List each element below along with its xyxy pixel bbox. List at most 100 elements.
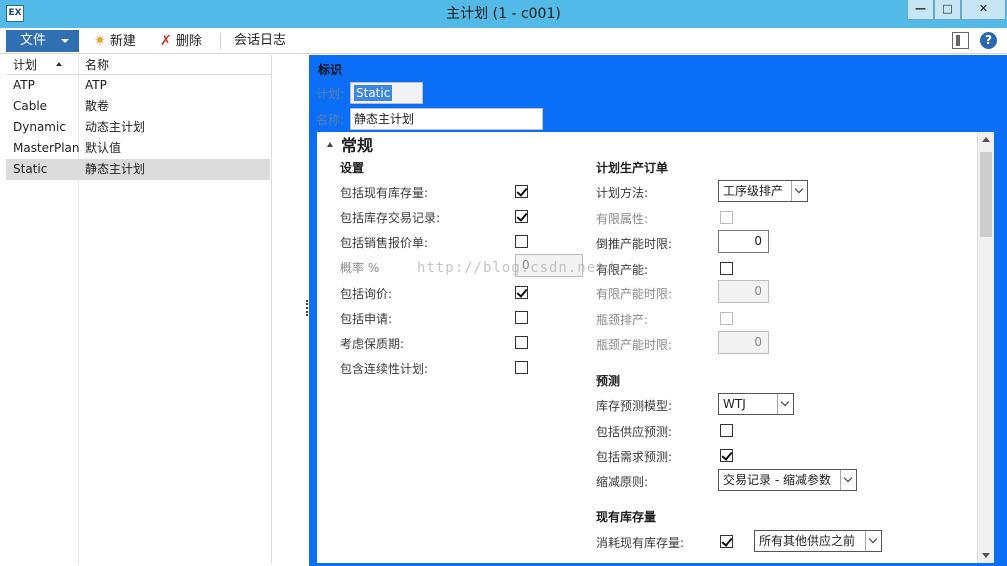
chevron-down-icon (865, 531, 881, 551)
row-name: 动态主计划 (85, 120, 146, 134)
details-pane: 标识 计划: Static 名称: 静态主计划 常规 设置 包括现有库存量: 包… (309, 55, 1007, 566)
row-plan: ATP (13, 78, 35, 92)
forecast-title: 预测 (596, 374, 621, 388)
vertical-scrollbar[interactable] (977, 132, 994, 563)
name-label: 名称: (316, 113, 345, 127)
backward-capacity-field[interactable]: 0 (718, 230, 769, 253)
bottleneck-time-label: 瓶颈产能时限: (596, 338, 673, 352)
forecast-model-select[interactable]: WTJ (718, 393, 794, 415)
list-row[interactable]: ATP ATP (6, 75, 270, 96)
general-fasttab: 常规 设置 包括现有库存量: 包括库存交易记录: 包括销售报价单: 概率 % 0… (317, 132, 994, 563)
new-button-label: 新建 (109, 34, 136, 49)
chevron-down-icon (840, 470, 856, 490)
consume-onhand-value: 所有其他供应之前 (759, 534, 856, 548)
plan-list: 计划 名称 ATP ATP Cable 散卷 Dynamic 动态主计划 Mas… (6, 55, 272, 564)
bottleneck-time-field[interactable]: 0 (718, 331, 769, 354)
plan-label: 计划: (316, 87, 345, 101)
reduction-principle-value: 交易记录 - 缩减参数 (723, 473, 831, 487)
include-rfq-checkbox[interactable] (515, 286, 528, 299)
scheduling-method-label: 计划方法: (596, 186, 649, 200)
row-plan: Cable (13, 99, 48, 113)
include-onhand-checkbox[interactable] (515, 185, 528, 198)
title-bar: EX 主计划 (1 - c001) — □ ✕ (0, 0, 1007, 28)
collapse-arrow-icon[interactable] (327, 142, 333, 147)
include-requisition-checkbox[interactable] (515, 311, 528, 324)
watermark-text: http://blog.csdn.net/ (417, 260, 616, 276)
delete-button[interactable]: ✗ 删除 (160, 30, 202, 52)
list-row[interactable]: Cable 散卷 (6, 96, 270, 117)
include-onhand-label: 包括现有库存量: (340, 186, 429, 200)
scroll-up-icon[interactable] (982, 137, 990, 142)
file-menu-label: 文件 (20, 33, 47, 48)
sort-ascending-icon (56, 62, 62, 66)
consume-onhand-select[interactable]: 所有其他供应之前 (754, 530, 882, 552)
include-rfq-label: 包括询价: (340, 287, 393, 301)
include-inv-trans-checkbox[interactable] (515, 210, 528, 223)
file-menu-button[interactable]: 文件 (6, 30, 79, 52)
chevron-down-icon (61, 39, 69, 43)
finite-capacity-time-label: 有限产能时限: (596, 287, 673, 301)
include-requisition-label: 包括申请: (340, 312, 393, 326)
bottleneck-label: 瓶颈排产: (596, 313, 649, 327)
continuity-label: 包含连续性计划: (340, 362, 429, 376)
scrollbar-thumb[interactable] (980, 152, 992, 237)
session-log-button[interactable]: 会话日志 (234, 30, 286, 52)
consume-onhand-label: 消耗现有库存量: (596, 536, 685, 550)
column-header-name[interactable]: 名称 (85, 55, 109, 75)
plan-field[interactable]: Static (350, 82, 423, 104)
toolbar-divider (220, 33, 221, 49)
row-name: ATP (85, 78, 107, 92)
onhand-title: 现有库存量 (596, 510, 657, 524)
scroll-down-icon[interactable] (982, 553, 990, 558)
list-header: 计划 名称 (6, 55, 272, 75)
layout-toggle-icon[interactable] (952, 32, 969, 49)
row-name: 默认值 (85, 141, 122, 155)
row-plan: MasterPlan (13, 141, 80, 155)
row-name: 静态主计划 (85, 162, 146, 176)
finite-property-checkbox[interactable] (720, 211, 733, 224)
column-header-plan[interactable]: 计划 (13, 55, 37, 75)
shelf-life-checkbox[interactable] (515, 336, 528, 349)
scheduling-method-select[interactable]: 工序级排产 (718, 180, 808, 202)
new-button[interactable]: ✷ 新建 (94, 30, 136, 52)
row-name: 散卷 (85, 99, 110, 113)
backward-capacity-label: 倒推产能时限: (596, 237, 673, 251)
settings-title: 设置 (340, 161, 365, 175)
list-row[interactable]: Dynamic 动态主计划 (6, 117, 270, 138)
help-icon[interactable]: ? (980, 32, 997, 49)
include-demand-forecast-checkbox[interactable] (720, 449, 733, 462)
forecast-model-label: 库存预测模型: (596, 399, 673, 413)
bottleneck-checkbox[interactable] (720, 312, 733, 325)
row-plan: Dynamic (13, 120, 66, 134)
chevron-down-icon (791, 181, 807, 201)
general-title[interactable]: 常规 (341, 132, 373, 156)
name-field[interactable]: 静态主计划 (350, 108, 543, 130)
action-pane: 文件 ✷ 新建 ✗ 删除 会话日志 ? (0, 28, 1007, 54)
list-row-selected[interactable]: Static 静态主计划 (6, 159, 270, 180)
include-supply-forecast-checkbox[interactable] (720, 424, 733, 437)
finite-capacity-checkbox[interactable] (720, 262, 733, 275)
delete-button-label: 删除 (175, 34, 202, 49)
list-row[interactable]: MasterPlan 默认值 (6, 138, 270, 159)
minimize-button[interactable]: — (907, 0, 934, 20)
scheduling-method-value: 工序级排产 (723, 184, 784, 198)
reduction-principle-select[interactable]: 交易记录 - 缩减参数 (718, 469, 857, 491)
window-title: 主计划 (1 - c001) (446, 6, 561, 22)
continuity-checkbox[interactable] (515, 361, 528, 374)
include-demand-forecast-label: 包括需求预测: (596, 450, 673, 464)
chevron-down-icon (777, 394, 793, 414)
consume-onhand-checkbox[interactable] (720, 535, 733, 548)
include-inv-trans-label: 包括库存交易记录: (340, 211, 441, 225)
reduction-principle-label: 缩减原则: (596, 475, 649, 489)
close-button[interactable]: ✕ (961, 0, 1006, 20)
delete-x-icon: ✗ (160, 33, 172, 49)
maximize-button[interactable]: □ (934, 0, 961, 20)
include-sales-quote-checkbox[interactable] (515, 235, 528, 248)
row-plan: Static (13, 162, 48, 176)
probability-label: 概率 % (340, 261, 380, 275)
finite-property-label: 有限属性: (596, 212, 649, 226)
shelf-life-label: 考虑保质期: (340, 337, 405, 351)
sparkle-icon: ✷ (94, 33, 106, 49)
identification-title: 标识 (318, 63, 343, 77)
finite-capacity-time-field[interactable]: 0 (718, 280, 769, 303)
